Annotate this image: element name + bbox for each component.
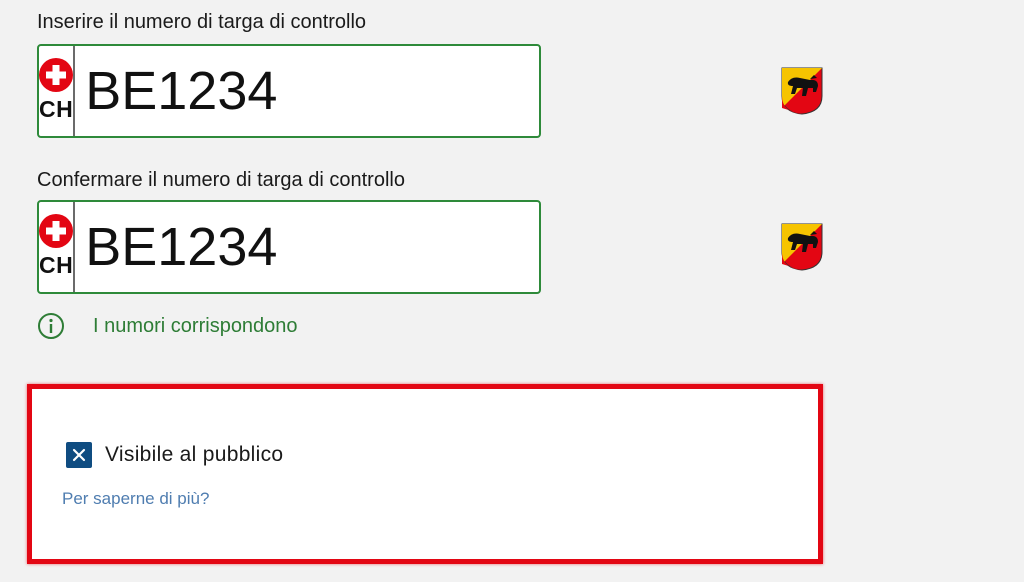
- plate-entry-input[interactable]: [75, 46, 781, 136]
- plate-country-badge: CH: [39, 46, 76, 136]
- learn-more-link[interactable]: Per saperne di più?: [62, 489, 209, 509]
- info-icon: [38, 313, 64, 339]
- swiss-flag-icon: [39, 58, 74, 92]
- swiss-flag-icon: [39, 214, 74, 248]
- plate-confirm-field[interactable]: CH: [37, 200, 823, 294]
- plate-entry-field[interactable]: CH: [37, 44, 823, 138]
- plate-entry-label: Inserire il numero di targa di controllo: [37, 11, 367, 33]
- bern-crest-icon: [780, 202, 824, 292]
- visibility-panel: Visibile al pubblico Per saperne di più?: [27, 384, 823, 564]
- public-visibility-label[interactable]: Visibile al pubblico: [105, 443, 283, 467]
- match-status-text: I numori corrispondono: [93, 314, 298, 337]
- country-code: CH: [39, 96, 74, 122]
- bern-crest-icon: [780, 46, 824, 136]
- public-visibility-option[interactable]: Visibile al pubblico: [66, 442, 283, 468]
- check-x-icon: [72, 448, 86, 462]
- match-status: I numori corrispondono: [37, 312, 298, 340]
- plate-confirm-label: Confermare il numero di targa di control…: [37, 169, 405, 191]
- public-visibility-checkbox[interactable]: [66, 442, 92, 468]
- plate-confirm-input[interactable]: [75, 202, 781, 292]
- plate-country-badge: CH: [39, 202, 76, 292]
- country-code: CH: [39, 252, 74, 278]
